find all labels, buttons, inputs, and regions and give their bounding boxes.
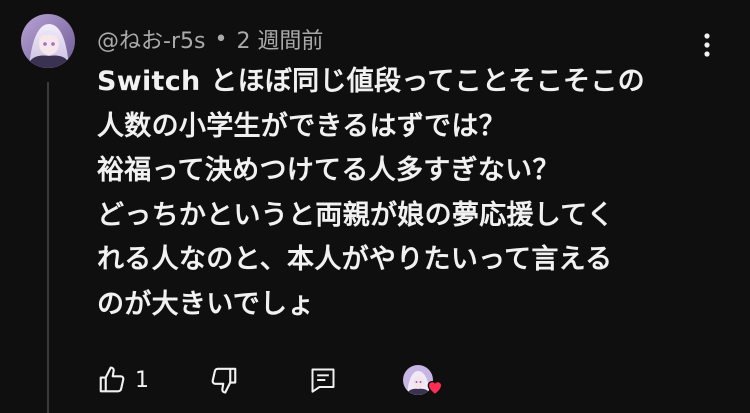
comment-line: 裕福って決めつけてる人多すぎない？ [97, 155, 560, 186]
thread-line [47, 82, 49, 413]
like-count: 1 [135, 367, 149, 393]
author-avatar-image [21, 14, 75, 68]
comment-line: のが大きいでしょ [97, 288, 315, 320]
thumbs-up-icon [99, 366, 125, 393]
comment-line: Switch とほぼ同じ値段ってことそこそこの [97, 66, 645, 97]
reply-icon [311, 368, 335, 393]
comment-line: 人数の小学生ができるはずでは？ [97, 110, 506, 142]
comment-timestamp[interactable]: 2 週間前 [236, 23, 323, 55]
author-name[interactable]: @ねお-r5s [97, 23, 205, 55]
comment-text: Switch とほぼ同じ値段ってことそこそこの 人数の小学生ができるはずでは？ … [97, 60, 717, 327]
more-options-button[interactable] [692, 28, 722, 62]
comment-actions: 1 [97, 360, 457, 400]
header-separator: • [214, 26, 228, 52]
comment-header: @ねお-r5s • 2 週間前 [97, 23, 323, 55]
kebab-menu-icon [704, 33, 710, 57]
reply-button[interactable] [309, 360, 337, 400]
creator-heart [403, 360, 447, 400]
comment-line: どっちかというと両親が娘の夢応援してく [97, 199, 615, 231]
like-button[interactable]: 1 [97, 360, 149, 400]
comment-line: れる人なのと、本人がやりたいって言える [97, 244, 613, 275]
dislike-button[interactable] [209, 360, 239, 400]
heart-icon [427, 380, 443, 396]
author-avatar[interactable] [21, 14, 75, 68]
thumbs-down-icon [211, 367, 237, 394]
